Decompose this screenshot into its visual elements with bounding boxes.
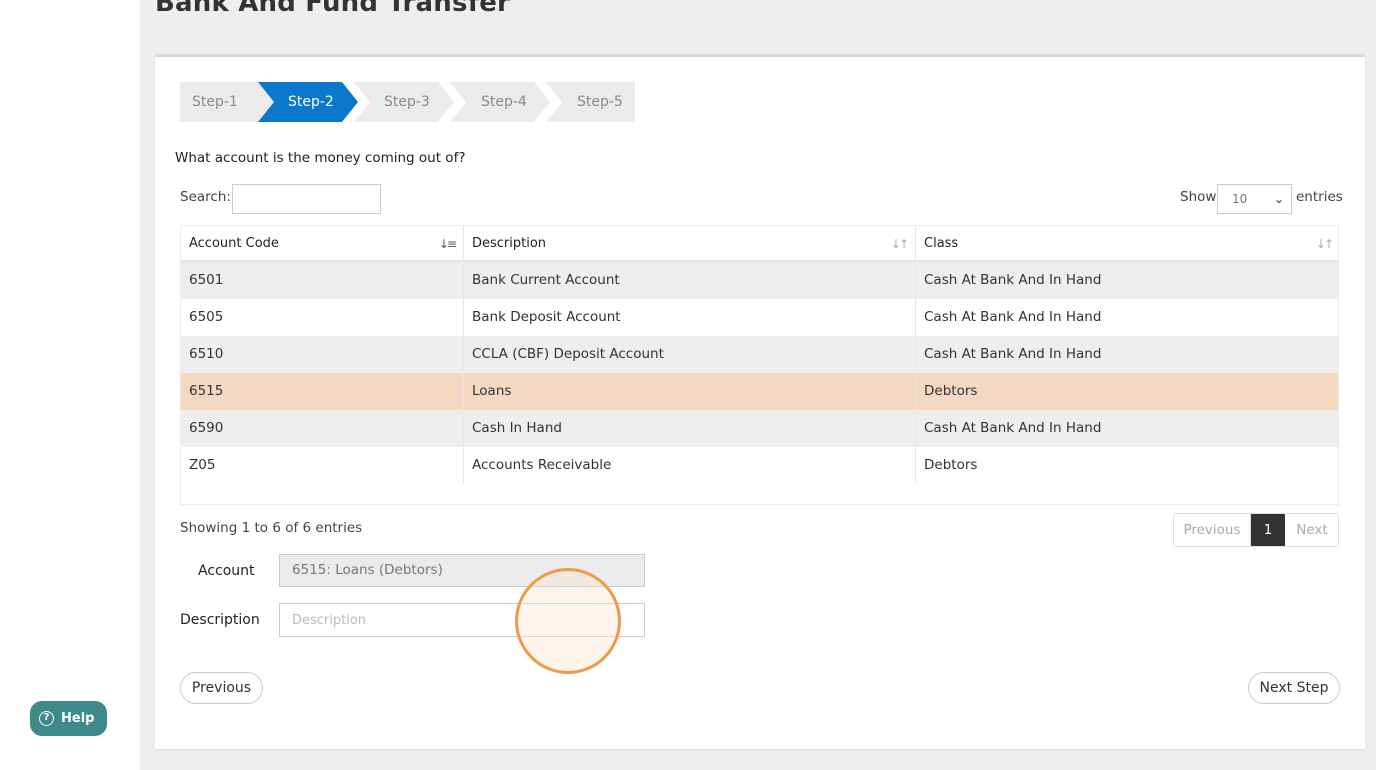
cell-class: Cash At Bank And In Hand [924, 272, 1102, 288]
next-step-button[interactable]: Next Step [1248, 672, 1340, 704]
cell-description: Loans [464, 373, 916, 410]
step-question: What account is the money coming out of? [175, 150, 466, 166]
entries-select-value: 10 [1232, 192, 1248, 206]
search-label: Search: [180, 189, 231, 205]
step-wizard: Step-1 Step-2 Step-3 Step-4 Step-5 [180, 82, 635, 122]
step-5-tab[interactable]: Step-5 [546, 82, 635, 122]
cell-description: Accounts Receivable [464, 447, 916, 484]
table-row[interactable]: 6510 CCLA (CBF) Deposit Account Cash At … [181, 336, 1338, 373]
sort-both-icon: ↓↑ [890, 237, 909, 251]
column-header-class[interactable]: Class ↓↑ [916, 226, 1340, 262]
cell-account-code: 6505 [181, 299, 464, 336]
table-header: Account Code ↓≡ Description ↓↑ Class ↓↑ [181, 226, 1338, 262]
show-label: Show [1180, 189, 1217, 205]
cell-class: Debtors [924, 383, 978, 399]
table-info: Showing 1 to 6 of 6 entries [180, 520, 363, 536]
cell-description: CCLA (CBF) Deposit Account [464, 336, 916, 373]
cell-account-code: 6515 [181, 373, 464, 410]
table-row[interactable]: 6505 Bank Deposit Account Cash At Bank A… [181, 299, 1338, 336]
question-circle-icon: ? [39, 711, 54, 726]
cell-class: Cash At Bank And In Hand [924, 309, 1102, 325]
cell-account-code: 6590 [181, 410, 464, 447]
page-title: Bank And Fund Transfer [155, 0, 511, 18]
pagination-previous[interactable]: Previous [1174, 514, 1251, 546]
cell-account-code: 6501 [181, 262, 464, 299]
left-margin [0, 0, 140, 770]
previous-step-button[interactable]: Previous [180, 672, 263, 704]
account-field: 6515: Loans (Debtors) [279, 554, 645, 587]
table-row[interactable]: Z05 Accounts Receivable Debtors [181, 447, 1338, 484]
table-row[interactable]: 6501 Bank Current Account Cash At Bank A… [181, 262, 1338, 299]
help-label: Help [61, 711, 95, 726]
pagination-next[interactable]: Next [1285, 514, 1339, 546]
step-3-tab[interactable]: Step-3 [354, 82, 454, 122]
cell-account-code: 6510 [181, 336, 464, 373]
column-header-account-code[interactable]: Account Code ↓≡ [181, 226, 464, 262]
sort-both-icon: ↓↑ [1315, 237, 1334, 251]
description-label: Description [180, 612, 260, 628]
cell-description: Cash In Hand [464, 410, 916, 447]
table-body: 6501 Bank Current Account Cash At Bank A… [181, 262, 1338, 484]
account-label: Account [198, 563, 255, 579]
step-4-tab[interactable]: Step-4 [450, 82, 550, 122]
column-header-description[interactable]: Description ↓↑ [464, 226, 916, 262]
description-input[interactable] [279, 603, 645, 637]
step-1-tab[interactable]: Step-1 [180, 82, 276, 122]
cell-class: Debtors [924, 457, 978, 473]
accounts-table: Account Code ↓≡ Description ↓↑ Class ↓↑ … [180, 225, 1339, 505]
entries-label: entries [1296, 189, 1343, 205]
pagination: Previous 1 Next [1173, 513, 1339, 547]
cell-description: Bank Current Account [464, 262, 916, 299]
chevron-down-icon: ⌄ [1273, 192, 1284, 206]
cell-class: Cash At Bank And In Hand [924, 346, 1102, 362]
cell-description: Bank Deposit Account [464, 299, 916, 336]
help-button[interactable]: ? Help [30, 701, 107, 736]
cell-account-code: Z05 [181, 447, 464, 484]
entries-select[interactable]: 10 ⌄ [1217, 184, 1292, 214]
search-input[interactable] [232, 184, 381, 214]
cell-class: Cash At Bank And In Hand [924, 420, 1102, 436]
table-row[interactable]: 6590 Cash In Hand Cash At Bank And In Ha… [181, 410, 1338, 447]
sort-asc-icon: ↓≡ [438, 237, 457, 251]
table-row-selected[interactable]: 6515 Loans Debtors [181, 373, 1338, 410]
pagination-page-1[interactable]: 1 [1251, 514, 1285, 546]
